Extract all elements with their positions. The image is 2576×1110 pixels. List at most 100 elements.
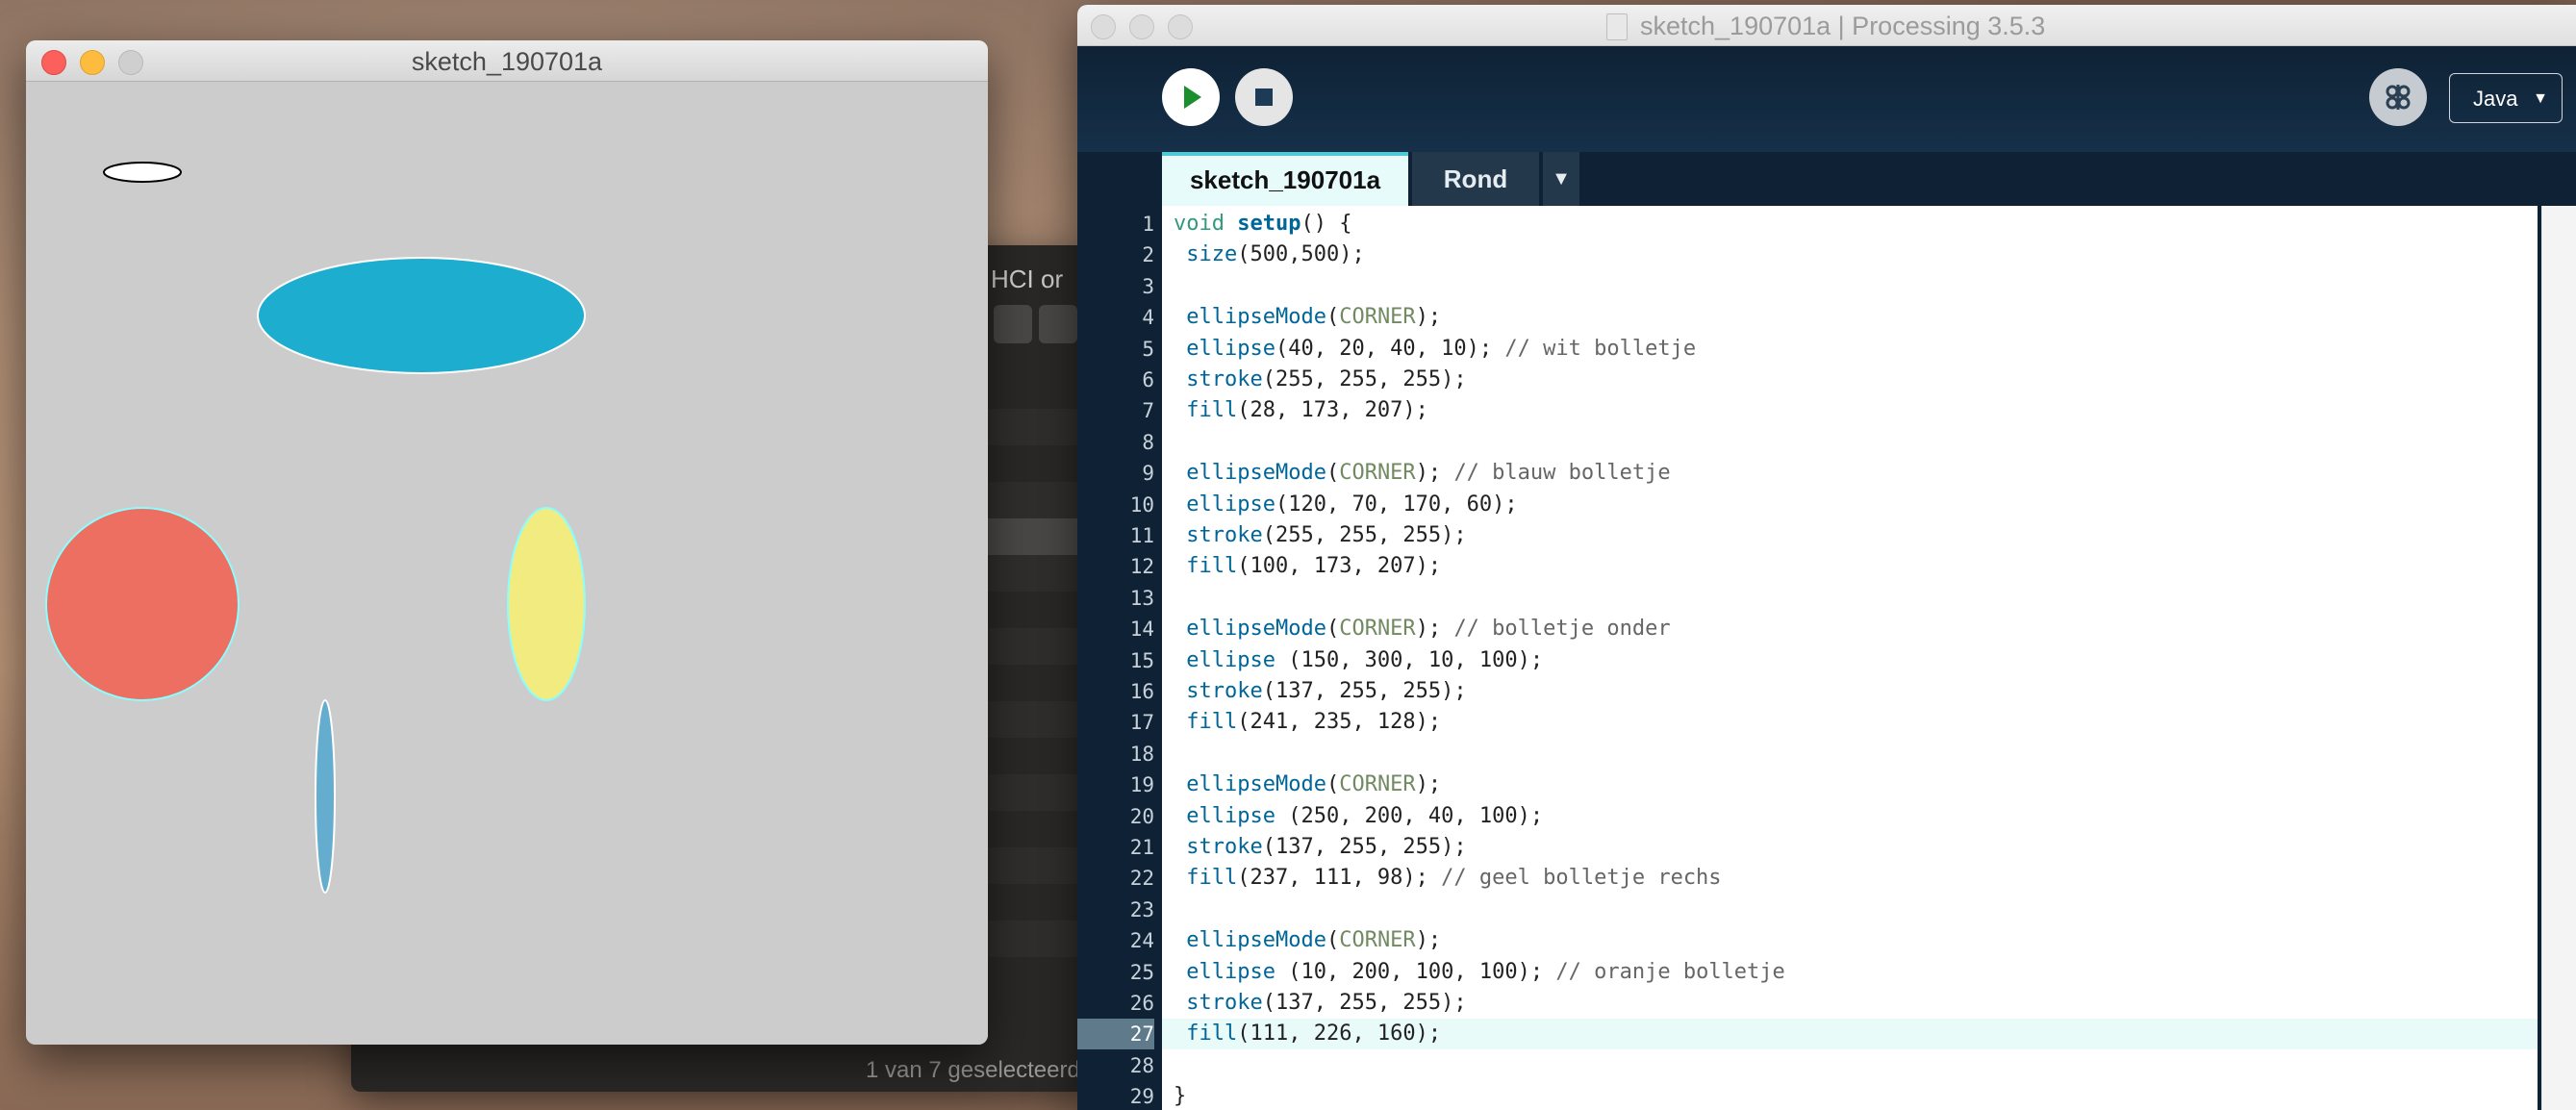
- code-line[interactable]: 16 stroke(137, 255, 255);: [1077, 676, 2576, 707]
- code-editor[interactable]: 1 void setup() {2 size(500,500); 3 4 ellip…: [1077, 206, 2576, 1110]
- code-line[interactable]: 7 fill(28, 173, 207);: [1077, 395, 2576, 426]
- sketch-window-title: sketch_190701a: [411, 47, 603, 76]
- code-function: ellipse: [1186, 336, 1275, 361]
- finder-view-button[interactable]: [994, 305, 1032, 343]
- code-line[interactable]: 9 ellipseMode(CORNER); // blauw bolletje: [1077, 458, 2576, 489]
- code-function: setup: [1237, 212, 1301, 236]
- code-function: ellipseMode: [1186, 617, 1326, 642]
- debug-button[interactable]: [2369, 68, 2427, 126]
- code-token: (237, 111, 98);: [1237, 866, 1442, 891]
- code-line[interactable]: 13: [1077, 583, 2576, 614]
- code-line[interactable]: 21 stroke(137, 255, 255);: [1077, 832, 2576, 863]
- code-constant: CORNER: [1339, 617, 1416, 642]
- code-text: ellipseMode(CORNER); // blauw bolletje: [1174, 458, 1670, 489]
- code-token: (: [1326, 617, 1340, 642]
- line-number: 26: [1129, 992, 1154, 1015]
- code-function: ellipse: [1186, 492, 1275, 517]
- line-number: 22: [1129, 867, 1154, 891]
- code-line[interactable]: 23: [1077, 895, 2576, 925]
- sketch-canvas: [26, 82, 988, 1045]
- mode-selector[interactable]: Java ▼: [2449, 73, 2563, 123]
- line-number: 1: [1142, 213, 1154, 236]
- code-token: );: [1415, 772, 1442, 797]
- code-line[interactable]: 6 stroke(255, 255, 255);: [1077, 365, 2576, 395]
- line-number: 20: [1129, 804, 1154, 828]
- code-function: stroke: [1186, 679, 1263, 703]
- code-function: ellipse: [1186, 959, 1275, 984]
- tab-rond[interactable]: Rond: [1412, 152, 1539, 206]
- code-comment: // oranje bolletje: [1555, 959, 1785, 984]
- sketch-titlebar[interactable]: sketch_190701a: [26, 40, 988, 82]
- code-line[interactable]: 25 ellipse (10, 200, 100, 100); // oranj…: [1077, 957, 2576, 988]
- tab-menu-button[interactable]: ▼: [1543, 152, 1579, 206]
- finder-title: HCI or: [991, 265, 1064, 293]
- line-number: 28: [1129, 1053, 1154, 1077]
- code-line[interactable]: 1 void setup() {: [1077, 209, 2576, 240]
- code-line[interactable]: 2 size(500,500);: [1077, 240, 2576, 270]
- code-line[interactable]: 3: [1077, 271, 2576, 302]
- code-line[interactable]: 14 ellipseMode(CORNER); // bolletje onde…: [1077, 614, 2576, 644]
- code-line[interactable]: 20 ellipse (250, 200, 40, 100);: [1077, 801, 2576, 832]
- code-token: (137, 255, 255);: [1262, 835, 1467, 859]
- code-line[interactable]: 8: [1077, 427, 2576, 458]
- code-line[interactable]: 27 fill(111, 226, 160);: [1077, 1019, 2576, 1050]
- code-token: (120, 70, 170, 60);: [1275, 492, 1518, 517]
- code-line[interactable]: 4 ellipseMode(CORNER);: [1077, 302, 2576, 333]
- code-line[interactable]: 5 ellipse(40, 20, 40, 10); // wit bollet…: [1077, 334, 2576, 365]
- gear-icon[interactable]: [1039, 305, 1077, 343]
- line-number: 24: [1129, 929, 1154, 953]
- code-line[interactable]: 15 ellipse (150, 300, 10, 100);: [1077, 645, 2576, 676]
- line-number: 17: [1129, 711, 1154, 735]
- code-line[interactable]: 19 ellipseMode(CORNER);: [1077, 769, 2576, 800]
- code-text: ellipseMode(CORNER);: [1174, 769, 1441, 800]
- code-line[interactable]: 18: [1077, 739, 2576, 769]
- code-function: ellipseMode: [1186, 305, 1326, 330]
- processing-ide-window[interactable]: sketch_190701a | Processing 3.5.3 Java ▼…: [1077, 5, 2576, 1110]
- code-token: );: [1415, 461, 1454, 486]
- code-token: (: [1326, 461, 1340, 486]
- code-function: fill: [1186, 1022, 1238, 1047]
- tab-sketch[interactable]: sketch_190701a: [1162, 152, 1408, 206]
- code-token: (150, 300, 10, 100);: [1275, 647, 1544, 672]
- line-number: 11: [1129, 524, 1154, 547]
- code-line[interactable]: 12 fill(100, 173, 207);: [1077, 551, 2576, 582]
- line-number: 19: [1129, 773, 1154, 797]
- code-text: fill(241, 235, 128);: [1174, 707, 1441, 738]
- ide-titlebar[interactable]: sketch_190701a | Processing 3.5.3: [1077, 5, 2576, 46]
- code-token: (111, 226, 160);: [1237, 1022, 1442, 1047]
- line-number: 29: [1129, 1085, 1154, 1109]
- code-token: (255, 255, 255);: [1262, 367, 1467, 391]
- code-line[interactable]: 11 stroke(255, 255, 255);: [1077, 520, 2576, 551]
- code-line[interactable]: 29}: [1077, 1081, 2576, 1110]
- code-token: (: [1326, 928, 1340, 953]
- line-number: 6: [1142, 368, 1154, 391]
- code-text: ellipse (150, 300, 10, 100);: [1174, 645, 1543, 676]
- white-ellipse: [103, 162, 182, 183]
- code-function: stroke: [1186, 523, 1263, 547]
- code-line[interactable]: 28: [1077, 1050, 2576, 1081]
- code-token: (255, 255, 255);: [1262, 523, 1467, 547]
- stop-button[interactable]: [1235, 68, 1293, 126]
- minimize-button[interactable]: [1129, 14, 1154, 39]
- code-text: ellipse (250, 200, 40, 100);: [1174, 801, 1543, 832]
- line-number: 9: [1142, 462, 1154, 486]
- code-function: stroke: [1186, 991, 1263, 1015]
- code-token: () {: [1301, 212, 1352, 236]
- code-token: );: [1415, 928, 1442, 953]
- line-number: 14: [1129, 618, 1154, 642]
- sketch-window[interactable]: sketch_190701a: [26, 40, 988, 1045]
- code-line[interactable]: 22 fill(237, 111, 98); // geel bolletje …: [1077, 863, 2576, 894]
- code-line[interactable]: 17 fill(241, 235, 128);: [1077, 707, 2576, 738]
- code-token: (10, 200, 100, 100);: [1275, 959, 1556, 984]
- code-line[interactable]: 10 ellipse(120, 70, 170, 60);: [1077, 490, 2576, 520]
- code-line[interactable]: 24 ellipseMode(CORNER);: [1077, 925, 2576, 956]
- zoom-button[interactable]: [1168, 14, 1193, 39]
- line-number: 3: [1142, 274, 1154, 298]
- code-line[interactable]: 26 stroke(137, 255, 255);: [1077, 988, 2576, 1019]
- close-button[interactable]: [1091, 14, 1116, 39]
- run-button[interactable]: [1162, 68, 1220, 126]
- code-comment: // bolletje onder: [1453, 617, 1671, 642]
- line-number: 16: [1129, 680, 1154, 703]
- code-text: stroke(255, 255, 255);: [1174, 365, 1467, 395]
